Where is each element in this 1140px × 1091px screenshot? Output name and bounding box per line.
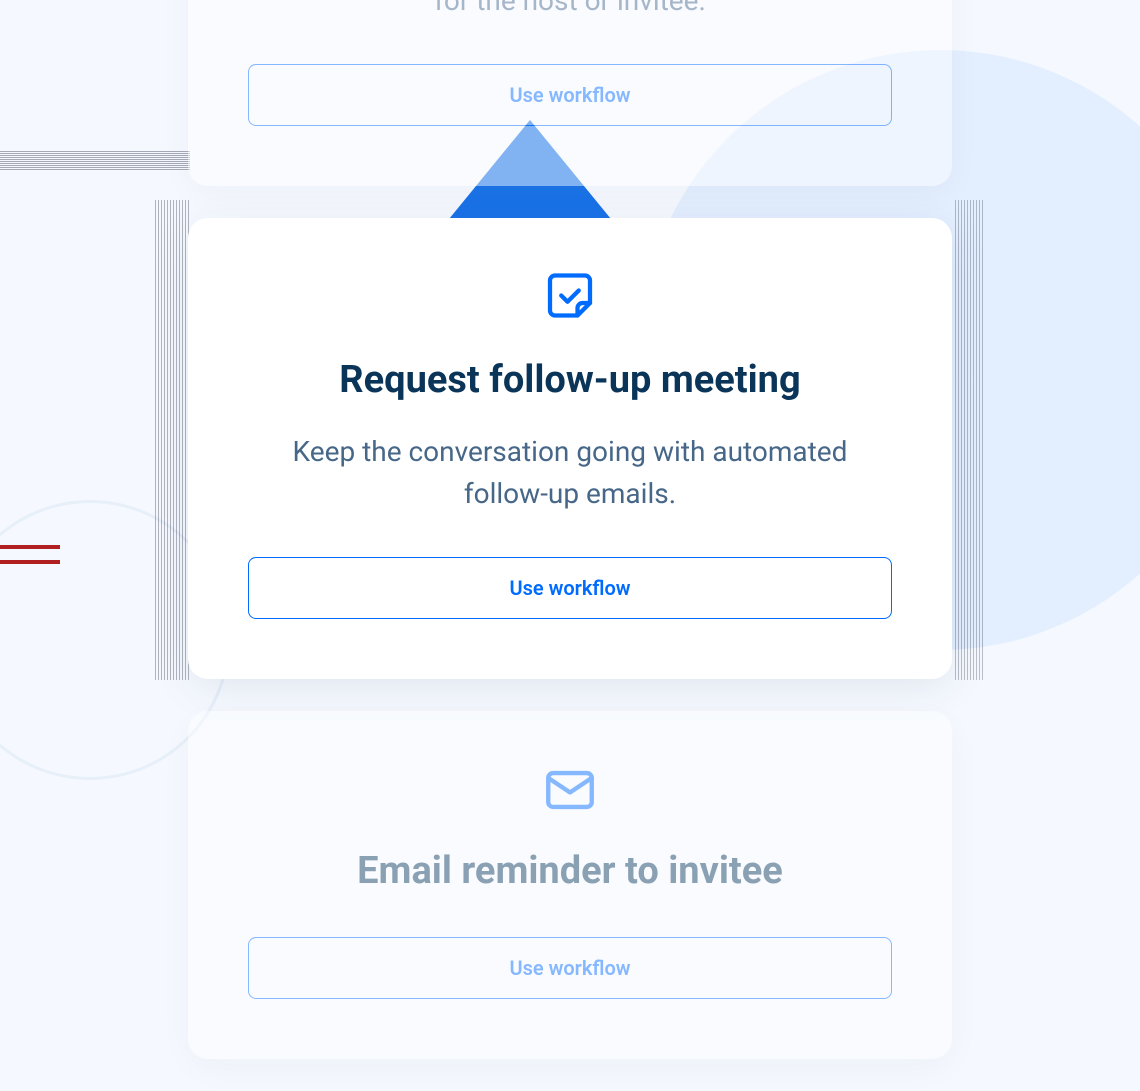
card-description: Keep the conversation going with automat…	[248, 431, 892, 515]
use-workflow-button[interactable]: Use workflow	[248, 64, 892, 126]
artifact-band-right	[955, 200, 985, 680]
card-description: for the host or invitee.	[248, 0, 892, 22]
artifact-stripe	[0, 545, 60, 549]
artifact-band	[0, 150, 190, 170]
envelope-icon	[248, 761, 892, 819]
use-workflow-button[interactable]: Use workflow	[248, 557, 892, 619]
note-check-icon	[248, 268, 892, 328]
workflow-card: Text reminder for the host or invitee. U…	[188, 0, 952, 186]
workflow-card: Request follow-up meeting Keep the conve…	[188, 218, 952, 680]
artifact-stripe	[0, 560, 60, 564]
workflow-cards-list: Text reminder for the host or invitee. U…	[188, 0, 952, 1091]
workflow-card: Email reminder to invitee Use workflow	[188, 711, 952, 1059]
use-workflow-button[interactable]: Use workflow	[248, 937, 892, 999]
artifact-band-left	[155, 200, 190, 680]
card-title: Request follow-up meeting	[248, 358, 892, 404]
card-title: Email reminder to invitee	[248, 849, 892, 895]
